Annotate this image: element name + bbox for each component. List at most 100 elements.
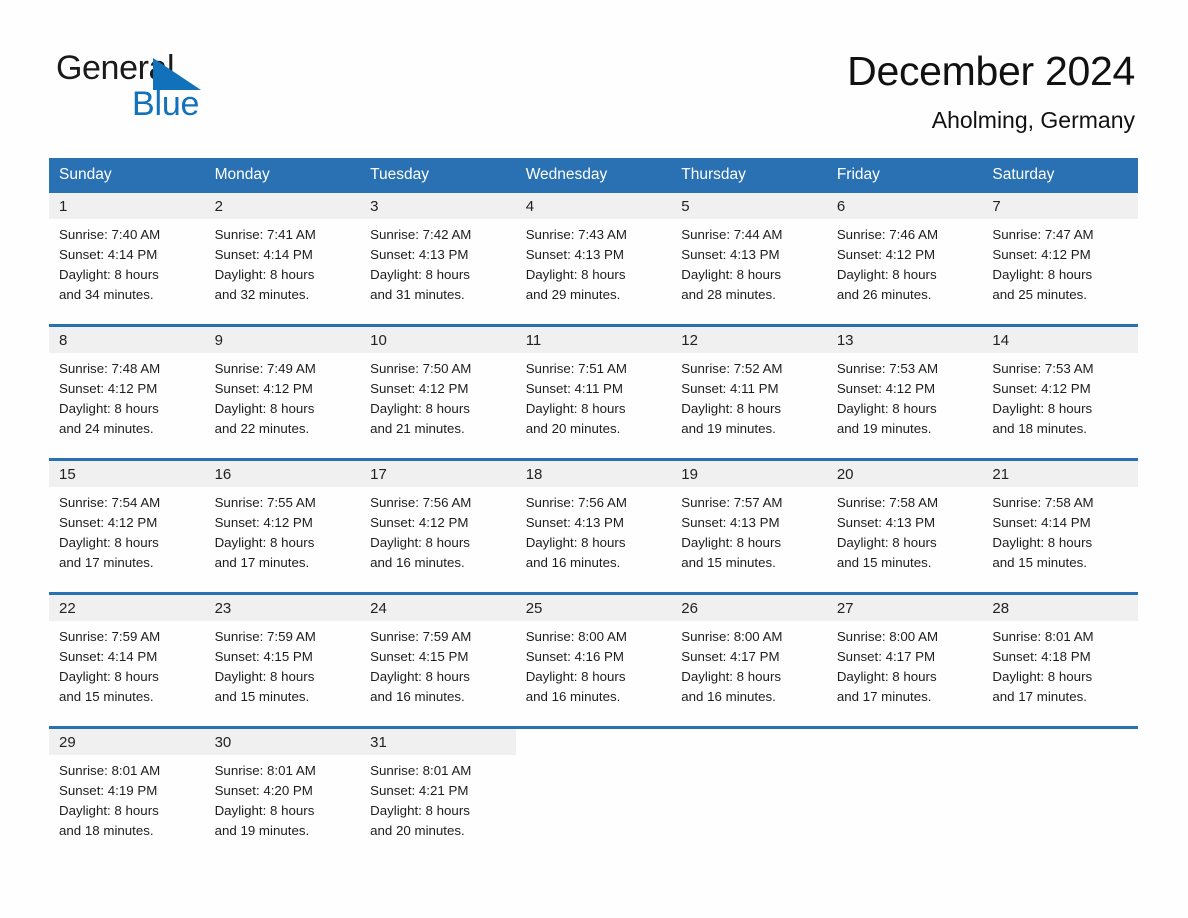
- daylight-text-line1: Daylight: 8 hours: [214, 669, 315, 684]
- calendar-header-row: Sunday Monday Tuesday Wednesday Thursday…: [49, 158, 1138, 193]
- daylight-text-line2: and 17 minutes.: [992, 689, 1087, 704]
- day-number: 3: [360, 193, 516, 219]
- day-number: 13: [826, 327, 983, 353]
- sunset-text: Sunset: 4:12 PM: [836, 381, 936, 396]
- sunset-text: Sunset: 4:14 PM: [214, 247, 313, 262]
- page-title: December 2024: [847, 48, 1135, 94]
- daylight-text-line1: Daylight: 8 hours: [370, 401, 470, 416]
- daylight-text-line1: Daylight: 8 hours: [214, 267, 315, 282]
- daylight-text-line1: Daylight: 8 hours: [525, 669, 626, 684]
- day-cell[interactable]: 16 Sunrise: 7:55 AM Sunset: 4:12 PM Dayligh…: [204, 458, 361, 594]
- day-cell[interactable]: 27 Sunrise: 8:00 AM Sunset: 4:17 PM Dayligh…: [826, 592, 983, 728]
- sunset-text: Sunset: 4:12 PM: [836, 247, 936, 262]
- day-cell[interactable]: 9 Sunrise: 7:49 AM Sunset: 4:12 PM Daylight…: [204, 324, 361, 460]
- day-cell[interactable]: 5 Sunrise: 7:44 AM Sunset: 4:13 PM Daylight…: [671, 193, 827, 326]
- weekday-header-wednesday: Wednesday: [515, 158, 672, 193]
- day-number: 11: [515, 327, 672, 353]
- sunrise-text: Sunrise: 7:49 AM: [214, 361, 316, 376]
- day-number: 27: [826, 595, 983, 621]
- day-cell[interactable]: 24 Sunrise: 7:59 AM Sunset: 4:15 PM Dayligh…: [360, 592, 516, 728]
- day-cell[interactable]: 8 Sunrise: 7:48 AM Sunset: 4:12 PM Daylight…: [49, 324, 205, 460]
- day-cell[interactable]: 23 Sunrise: 7:59 AM Sunset: 4:15 PM Dayligh…: [204, 592, 361, 728]
- daylight-text-line2: and 16 minutes.: [525, 689, 621, 704]
- daylight-text-line1: Daylight: 8 hours: [992, 535, 1093, 550]
- day-cell[interactable]: 28 Sunrise: 8:01 AM Sunset: 4:18 PM Dayligh…: [982, 592, 1138, 728]
- day-cell[interactable]: 11 Sunrise: 7:51 AM Sunset: 4:11 PM Dayligh…: [515, 324, 672, 460]
- week-row: 15 Sunrise: 7:54 AM Sunset: 4:12 PM Dayligh…: [49, 458, 1138, 594]
- day-cell[interactable]: 31 Sunrise: 8:01 AM Sunset: 4:21 PM Dayligh…: [360, 726, 516, 860]
- sunrise-text: Sunrise: 8:01 AM: [59, 763, 161, 778]
- day-cell[interactable]: 29 Sunrise: 8:01 AM Sunset: 4:19 PM Dayligh…: [49, 726, 205, 860]
- sunset-text: Sunset: 4:13 PM: [525, 515, 624, 530]
- sunrise-text: Sunrise: 7:58 AM: [836, 495, 939, 510]
- day-cell[interactable]: 4 Sunrise: 7:43 AM Sunset: 4:13 PM Daylight…: [515, 193, 672, 326]
- week-row: 8 Sunrise: 7:48 AM Sunset: 4:12 PM Daylight…: [49, 324, 1138, 460]
- sunset-text: Sunset: 4:15 PM: [214, 649, 313, 664]
- sunset-text: Sunset: 4:14 PM: [992, 515, 1091, 530]
- day-cell[interactable]: 15 Sunrise: 7:54 AM Sunset: 4:12 PM Dayligh…: [49, 458, 205, 594]
- daylight-text-line1: Daylight: 8 hours: [59, 669, 159, 684]
- brand-name-blue: Blue: [132, 85, 200, 123]
- day-cell[interactable]: 17 Sunrise: 7:56 AM Sunset: 4:12 PM Dayligh…: [360, 458, 516, 594]
- weekday-header-sunday: Sunday: [49, 158, 205, 193]
- daylight-text-line2: and 19 minutes.: [214, 823, 310, 838]
- sunset-text: Sunset: 4:20 PM: [214, 783, 313, 798]
- sunrise-text: Sunrise: 7:59 AM: [370, 629, 472, 644]
- daylight-text-line2: and 15 minutes.: [681, 555, 776, 570]
- day-cell[interactable]: 6 Sunrise: 7:46 AM Sunset: 4:12 PM Daylight…: [826, 193, 983, 326]
- day-cell[interactable]: 19 Sunrise: 7:57 AM Sunset: 4:13 PM Dayligh…: [671, 458, 827, 594]
- day-cell[interactable]: 14 Sunrise: 7:53 AM Sunset: 4:12 PM Dayligh…: [982, 324, 1138, 460]
- sunrise-text: Sunrise: 7:44 AM: [681, 227, 783, 242]
- weekday-header-tuesday: Tuesday: [360, 158, 516, 193]
- daylight-text-line1: Daylight: 8 hours: [370, 803, 470, 818]
- calendar-grid: Sunday Monday Tuesday Wednesday Thursday…: [49, 158, 1138, 860]
- sunset-text: Sunset: 4:14 PM: [59, 247, 158, 262]
- calendar-table: Sunday Monday Tuesday Wednesday Thursday…: [49, 158, 1138, 860]
- sunset-text: Sunset: 4:12 PM: [370, 515, 469, 530]
- calendar-body: 1 Sunrise: 7:40 AM Sunset: 4:14 PM Daylight…: [49, 193, 1138, 860]
- day-cell[interactable]: 21 Sunrise: 7:58 AM Sunset: 4:14 PM Dayligh…: [982, 458, 1138, 594]
- sunset-text: Sunset: 4:19 PM: [59, 783, 158, 798]
- daylight-text-line2: and 16 minutes.: [681, 689, 776, 704]
- sunset-text: Sunset: 4:18 PM: [992, 649, 1091, 664]
- weekday-header-friday: Friday: [826, 158, 983, 193]
- week-row: 22 Sunrise: 7:59 AM Sunset: 4:14 PM Dayligh…: [49, 592, 1138, 728]
- day-cell[interactable]: 3 Sunrise: 7:42 AM Sunset: 4:13 PM Daylight…: [360, 193, 516, 326]
- day-number: 24: [360, 595, 516, 621]
- day-cell[interactable]: 1 Sunrise: 7:40 AM Sunset: 4:14 PM Daylight…: [49, 193, 205, 326]
- day-number: 26: [671, 595, 827, 621]
- day-cell-empty: [826, 726, 983, 860]
- day-cell[interactable]: 12 Sunrise: 7:52 AM Sunset: 4:11 PM Dayligh…: [671, 324, 827, 460]
- brand-logo[interactable]: General Blue: [56, 48, 316, 128]
- day-number: 7: [982, 193, 1138, 219]
- day-cell[interactable]: 25 Sunrise: 8:00 AM Sunset: 4:16 PM Dayligh…: [515, 592, 672, 728]
- sunset-text: Sunset: 4:21 PM: [370, 783, 469, 798]
- daylight-text-line2: and 29 minutes.: [525, 287, 621, 302]
- day-cell[interactable]: 7 Sunrise: 7:47 AM Sunset: 4:12 PM Daylight…: [982, 193, 1138, 326]
- day-cell[interactable]: 10 Sunrise: 7:50 AM Sunset: 4:12 PM Dayligh…: [360, 324, 516, 460]
- day-number: 4: [515, 193, 672, 219]
- day-cell[interactable]: 30 Sunrise: 8:01 AM Sunset: 4:20 PM Dayligh…: [204, 726, 361, 860]
- sunset-text: Sunset: 4:17 PM: [836, 649, 936, 664]
- sunrise-text: Sunrise: 7:59 AM: [214, 629, 316, 644]
- day-number: 20: [826, 461, 983, 487]
- weekday-header-thursday: Thursday: [671, 158, 827, 193]
- day-cell[interactable]: 2 Sunrise: 7:41 AM Sunset: 4:14 PM Daylight…: [204, 193, 361, 326]
- day-cell[interactable]: 26 Sunrise: 8:00 AM Sunset: 4:17 PM Dayligh…: [671, 592, 827, 728]
- day-cell[interactable]: 18 Sunrise: 7:56 AM Sunset: 4:13 PM Dayligh…: [515, 458, 672, 594]
- daylight-text-line1: Daylight: 8 hours: [836, 535, 937, 550]
- day-number: 17: [360, 461, 516, 487]
- day-number: 6: [826, 193, 983, 219]
- day-number: 18: [515, 461, 672, 487]
- day-cell[interactable]: 20 Sunrise: 7:58 AM Sunset: 4:13 PM Dayligh…: [826, 458, 983, 594]
- day-number: 16: [204, 461, 361, 487]
- daylight-text-line1: Daylight: 8 hours: [370, 535, 470, 550]
- daylight-text-line2: and 15 minutes.: [836, 555, 932, 570]
- daylight-text-line2: and 18 minutes.: [59, 823, 154, 838]
- sunset-text: Sunset: 4:11 PM: [525, 381, 624, 396]
- day-cell[interactable]: 13 Sunrise: 7:53 AM Sunset: 4:12 PM Dayligh…: [826, 324, 983, 460]
- daylight-text-line2: and 26 minutes.: [836, 287, 932, 302]
- day-cell[interactable]: 22 Sunrise: 7:59 AM Sunset: 4:14 PM Dayligh…: [49, 592, 205, 728]
- day-number: [982, 729, 1138, 755]
- day-number: [516, 729, 672, 755]
